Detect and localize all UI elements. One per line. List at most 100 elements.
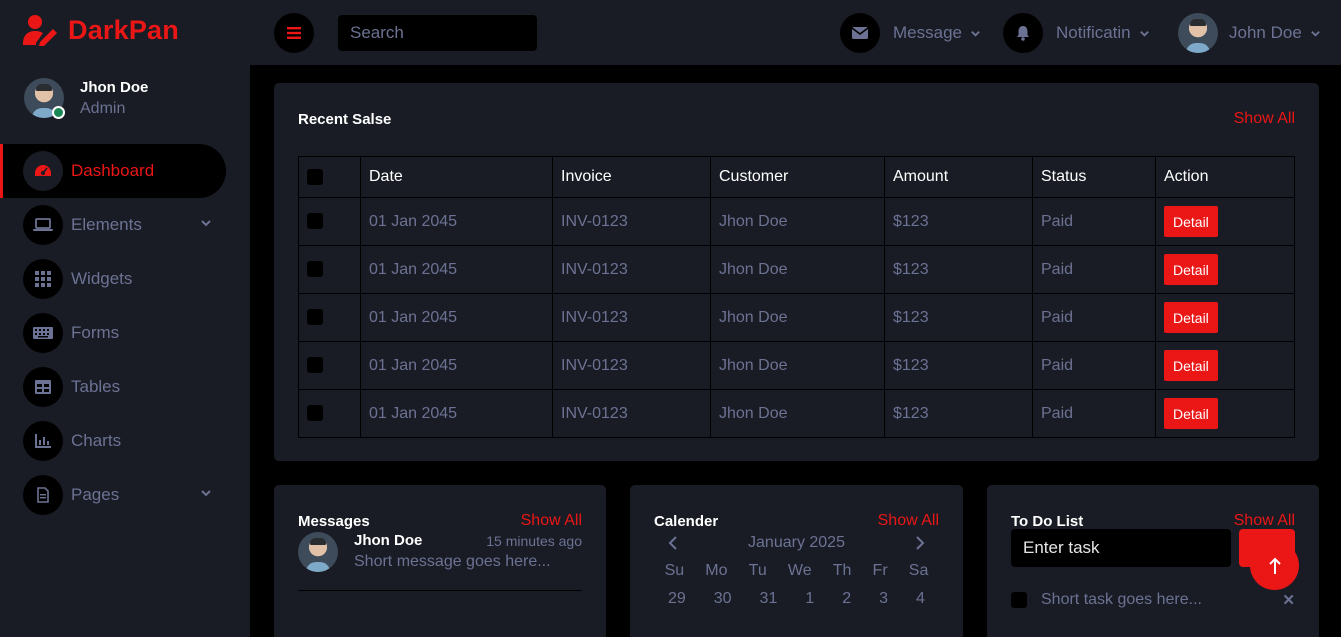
- sidebar-item-charts[interactable]: Charts: [0, 414, 250, 468]
- detail-button[interactable]: Detail: [1164, 254, 1218, 285]
- dashboard-gauge-icon: [23, 151, 63, 191]
- task-checkbox[interactable]: [1011, 592, 1027, 608]
- message-time: 15 minutes ago: [486, 532, 582, 549]
- action-cell: Detail: [1155, 245, 1295, 294]
- sidebar-item-label: Tables: [71, 377, 121, 396]
- bar-chart-icon: [23, 421, 63, 461]
- detail-button[interactable]: Detail: [1164, 350, 1218, 381]
- calendar-date[interactable]: 4: [916, 590, 925, 608]
- row-checkbox[interactable]: [307, 405, 323, 422]
- show-all-link[interactable]: Show All: [1234, 512, 1295, 530]
- weekday-label: Th: [832, 562, 852, 579]
- chevron-down-icon: [1139, 30, 1149, 37]
- date-cell: 01 Jan 2045: [360, 245, 553, 294]
- message-item[interactable]: Jhon Doe 15 minutes ago Short message go…: [298, 532, 582, 572]
- row-select-cell: [298, 389, 361, 438]
- sidebar-item-label: Charts: [71, 431, 122, 450]
- show-all-link[interactable]: Show All: [1234, 110, 1295, 128]
- chevron-down-icon: [971, 30, 980, 37]
- show-all-link[interactable]: Show All: [521, 512, 582, 530]
- message-sender: Jhon Doe: [354, 532, 423, 549]
- row-checkbox[interactable]: [307, 309, 323, 326]
- card-title: Calender: [654, 513, 719, 530]
- status-cell: Paid: [1032, 293, 1156, 342]
- table-row: 01 Jan 2045 INV-0123 Jhon Doe $123 Paid …: [298, 389, 1295, 438]
- row-select-cell: [298, 245, 361, 294]
- column-header: Action: [1155, 156, 1295, 198]
- file-icon: [23, 475, 63, 515]
- card-title: To Do List: [1011, 513, 1084, 530]
- sidebar-item-forms[interactable]: Forms: [0, 306, 250, 360]
- table-row: 01 Jan 2045 INV-0123 Jhon Doe $123 Paid …: [298, 341, 1295, 390]
- brand-logo[interactable]: DarkPan: [22, 14, 179, 46]
- row-select-cell: [298, 197, 361, 246]
- amount-cell: $123: [884, 245, 1033, 294]
- row-checkbox[interactable]: [307, 261, 323, 278]
- message-preview: Short message goes here...: [354, 553, 551, 570]
- select-all-cell: [298, 156, 361, 198]
- messages-card: Messages Show All Jhon Doe 15 minutes ag…: [274, 485, 606, 637]
- table-row: 01 Jan 2045 INV-0123 Jhon Doe $123 Paid …: [298, 197, 1295, 246]
- user-name-label: John Doe: [1229, 23, 1302, 42]
- sidebar-item-widgets[interactable]: Widgets: [0, 252, 250, 306]
- calendar-date[interactable]: 3: [879, 590, 888, 608]
- notification-dropdown[interactable]: Notificatin: [1003, 13, 1150, 53]
- todo-item: Short task goes here... ✕: [1011, 591, 1295, 609]
- detail-button[interactable]: Detail: [1164, 206, 1218, 237]
- select-all-checkbox[interactable]: [307, 168, 323, 185]
- close-icon[interactable]: ✕: [1282, 591, 1295, 609]
- detail-button[interactable]: Detail: [1164, 302, 1218, 333]
- action-cell: Detail: [1155, 389, 1295, 438]
- weekday-label: Su: [664, 562, 685, 579]
- sidebar-item-label: Dashboard: [71, 161, 155, 180]
- message-label: Message: [893, 23, 962, 42]
- sidebar-item-tables[interactable]: Tables: [0, 360, 250, 414]
- chevron-left-icon[interactable]: [668, 536, 678, 550]
- app: DarkPan Jhon Doe Admin Dashboard Element…: [0, 0, 1341, 637]
- calendar-date[interactable]: 30: [714, 590, 732, 608]
- sidebar-item-pages[interactable]: Pages: [0, 468, 250, 522]
- profile-role: Admin: [80, 99, 126, 117]
- keyboard-icon: [23, 313, 63, 353]
- column-header: Amount: [884, 156, 1033, 198]
- task-text: Short task goes here...: [1041, 591, 1202, 608]
- card-title: Recent Salse: [298, 111, 392, 128]
- task-input[interactable]: [1011, 529, 1231, 567]
- show-all-link[interactable]: Show All: [878, 512, 939, 530]
- sidebar-item-elements[interactable]: Elements: [0, 198, 250, 252]
- user-dropdown[interactable]: John Doe: [1178, 13, 1321, 53]
- sidebar-item-dashboard[interactable]: Dashboard: [0, 144, 226, 198]
- customer-cell: Jhon Doe: [710, 197, 885, 246]
- calendar-date[interactable]: 29: [668, 590, 686, 608]
- amount-cell: $123: [884, 293, 1033, 342]
- weekday-label: We: [787, 562, 812, 579]
- amount-cell: $123: [884, 389, 1033, 438]
- sales-table: Date Invoice Customer Amount Status Acti…: [298, 156, 1295, 438]
- calendar-date[interactable]: 2: [842, 590, 851, 608]
- action-cell: Detail: [1155, 293, 1295, 342]
- search-input[interactable]: [338, 15, 537, 51]
- chevron-down-icon: [201, 490, 211, 497]
- table-header-row: Date Invoice Customer Amount Status Acti…: [298, 156, 1295, 198]
- status-cell: Paid: [1032, 245, 1156, 294]
- calendar-date[interactable]: 31: [760, 590, 778, 608]
- chevron-right-icon[interactable]: [915, 536, 925, 550]
- sidebar-profile: Jhon Doe Admin: [24, 78, 148, 118]
- detail-button[interactable]: Detail: [1164, 398, 1218, 429]
- user-edit-icon: [23, 15, 57, 46]
- back-to-top-button[interactable]: [1250, 541, 1299, 590]
- row-checkbox[interactable]: [307, 357, 323, 374]
- message-dropdown[interactable]: Message: [840, 13, 981, 53]
- hamburger-icon: [287, 27, 301, 39]
- invoice-cell: INV-0123: [552, 197, 711, 246]
- row-checkbox[interactable]: [307, 213, 323, 230]
- calendar-card: Calender Show All January 2025 Su Mo Tu …: [630, 485, 963, 637]
- calendar-date[interactable]: 1: [805, 590, 814, 608]
- sidebar-item-label: Forms: [71, 323, 120, 342]
- weekday-label: Tu: [748, 562, 767, 579]
- chevron-down-icon: [201, 220, 211, 227]
- profile-name: Jhon Doe: [80, 78, 149, 96]
- calendar-dates-row: 29 30 31 1 2 3 4: [654, 590, 939, 608]
- sidebar-toggle-button[interactable]: [274, 13, 314, 53]
- row-select-cell: [298, 293, 361, 342]
